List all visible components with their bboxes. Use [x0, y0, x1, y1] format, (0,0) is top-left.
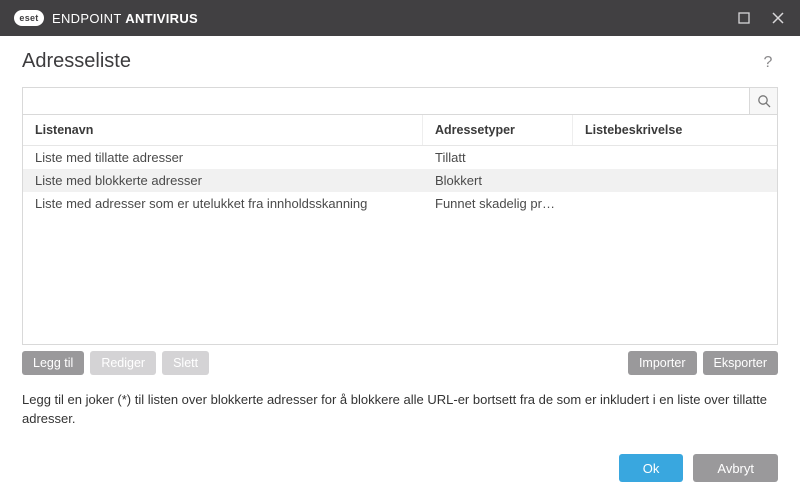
window-buttons	[736, 10, 790, 26]
table-cell	[573, 169, 777, 192]
close-icon[interactable]	[770, 10, 786, 26]
brand: eset ENDPOINT ANTIVIRUS	[14, 10, 198, 26]
table-cell	[573, 192, 777, 215]
help-icon[interactable]: ?	[760, 53, 778, 71]
footer: Ok Avbryt	[22, 434, 778, 500]
content: Adresseliste ? Listenavn Adressetyper Li…	[0, 36, 800, 500]
add-button[interactable]: Legg til	[22, 351, 84, 375]
table-cell: Tillatt	[423, 146, 573, 169]
hint-text: Legg til en joker (*) til listen over bl…	[22, 391, 778, 429]
table-cell: Blokkert	[423, 169, 573, 192]
table-header: Listenavn Adressetyper Listebeskrivelse	[23, 115, 777, 146]
table-cell: Liste med adresser som er utelukket fra …	[23, 192, 423, 215]
address-list-table: Listenavn Adressetyper Listebeskrivelse …	[22, 115, 778, 345]
table-cell	[573, 146, 777, 169]
export-button[interactable]: Eksporter	[703, 351, 779, 375]
table-row[interactable]: Liste med blokkerte adresserBlokkert	[23, 169, 777, 192]
brand-badge: eset	[14, 10, 44, 26]
table-cell: Funnet skadelig program...	[423, 192, 573, 215]
table-row[interactable]: Liste med adresser som er utelukket fra …	[23, 192, 777, 215]
table-toolbar: Legg til Rediger Slett Importer Eksporte…	[22, 351, 778, 375]
table-cell: Liste med blokkerte adresser	[23, 169, 423, 192]
brand-text-light: ENDPOINT	[52, 11, 125, 26]
cancel-button[interactable]: Avbryt	[693, 454, 778, 482]
col-adressetyper[interactable]: Adressetyper	[423, 115, 573, 145]
table-body: Liste med tillatte adresserTillattListe …	[23, 146, 777, 344]
page-title: Adresseliste	[22, 50, 131, 73]
brand-text-bold: ANTIVIRUS	[125, 11, 198, 26]
ok-button[interactable]: Ok	[619, 454, 684, 482]
svg-text:?: ?	[764, 54, 773, 69]
search-row	[22, 87, 778, 115]
table-row[interactable]: Liste med tillatte adresserTillatt	[23, 146, 777, 169]
search-icon[interactable]	[749, 88, 777, 114]
import-button[interactable]: Importer	[628, 351, 697, 375]
col-listebeskrivelse[interactable]: Listebeskrivelse	[573, 115, 777, 145]
minimize-icon[interactable]	[736, 10, 752, 26]
edit-button: Rediger	[90, 351, 156, 375]
titlebar: eset ENDPOINT ANTIVIRUS	[0, 0, 800, 36]
delete-button: Slett	[162, 351, 209, 375]
col-listenavn[interactable]: Listenavn	[23, 115, 423, 145]
brand-text: ENDPOINT ANTIVIRUS	[52, 11, 198, 26]
header-row: Adresseliste ?	[22, 50, 778, 73]
search-input[interactable]	[23, 88, 749, 114]
table-cell: Liste med tillatte adresser	[23, 146, 423, 169]
